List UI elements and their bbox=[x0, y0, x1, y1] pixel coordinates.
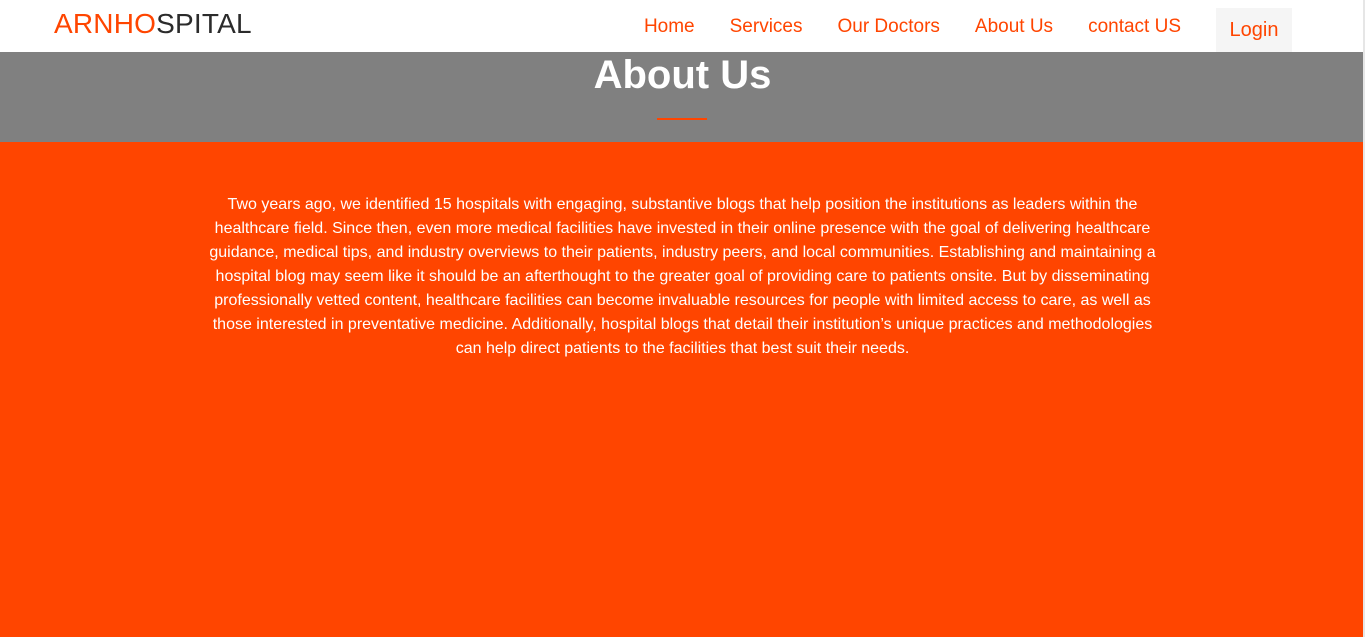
brand-part-accent: ARNHO bbox=[54, 8, 157, 39]
navbar: ARNHOSPITAL Home Services Our Doctors Ab… bbox=[0, 0, 1365, 52]
login-button[interactable]: Login bbox=[1216, 8, 1292, 52]
title-underline bbox=[657, 118, 707, 120]
brand-part-dark: SPITAL bbox=[156, 8, 252, 39]
nav-link-contact-us[interactable]: contact US bbox=[1088, 15, 1181, 39]
about-paragraph: Two years ago, we identified 15 hospital… bbox=[209, 196, 1156, 357]
about-content: Two years ago, we identified 15 hospital… bbox=[0, 142, 1365, 637]
nav-link-services[interactable]: Services bbox=[730, 15, 803, 39]
page-banner: About Us bbox=[0, 52, 1365, 142]
brand-logo[interactable]: ARNHOSPITAL bbox=[54, 7, 252, 41]
nav-links: Home Services Our Doctors About Us conta… bbox=[644, 15, 1181, 39]
nav-link-our-doctors[interactable]: Our Doctors bbox=[837, 15, 939, 39]
page-title: About Us bbox=[593, 53, 772, 97]
nav-link-home[interactable]: Home bbox=[644, 15, 695, 39]
nav-link-about-us[interactable]: About Us bbox=[975, 15, 1053, 39]
